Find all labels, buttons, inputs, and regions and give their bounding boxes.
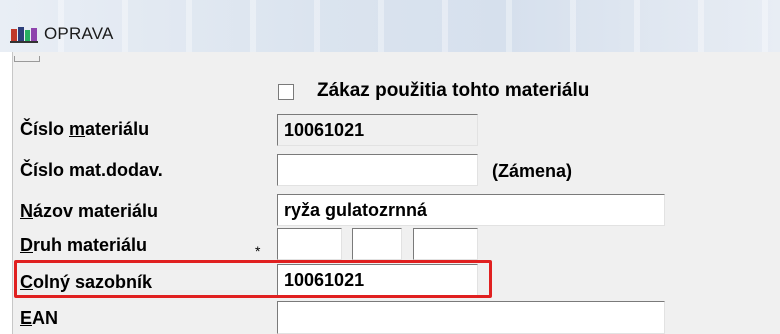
- material-number-field[interactable]: 10061021: [277, 114, 478, 146]
- ban-material-checkbox[interactable]: [278, 84, 294, 100]
- ean-field[interactable]: [277, 301, 665, 334]
- ban-material-label: Zákaz použitia tohto materiálu: [317, 80, 590, 101]
- ean-label: EAN: [20, 308, 59, 328]
- material-name-field[interactable]: ryža gulatozrnná: [277, 194, 665, 226]
- required-asterisk: *: [255, 243, 261, 259]
- app-icon: [10, 27, 38, 43]
- window-title: OPRAVA: [44, 24, 114, 43]
- highlight-box: [14, 260, 492, 298]
- material-number-label: Číslo materiálu: [20, 119, 150, 139]
- supplier-material-number-field[interactable]: [277, 154, 478, 186]
- material-type-label: Druh materiálu: [20, 235, 148, 255]
- replacement-label: (Zámena): [492, 161, 573, 181]
- title-bar: [0, 0, 780, 52]
- material-type-field-1[interactable]: [277, 228, 342, 260]
- material-name-label: Názov materiálu: [20, 201, 159, 221]
- system-menu-stub[interactable]: [14, 56, 40, 62]
- material-type-field-2[interactable]: [352, 228, 402, 260]
- material-type-field-3[interactable]: [413, 228, 478, 260]
- supplier-material-number-label: Číslo mat.dodav.: [20, 160, 163, 180]
